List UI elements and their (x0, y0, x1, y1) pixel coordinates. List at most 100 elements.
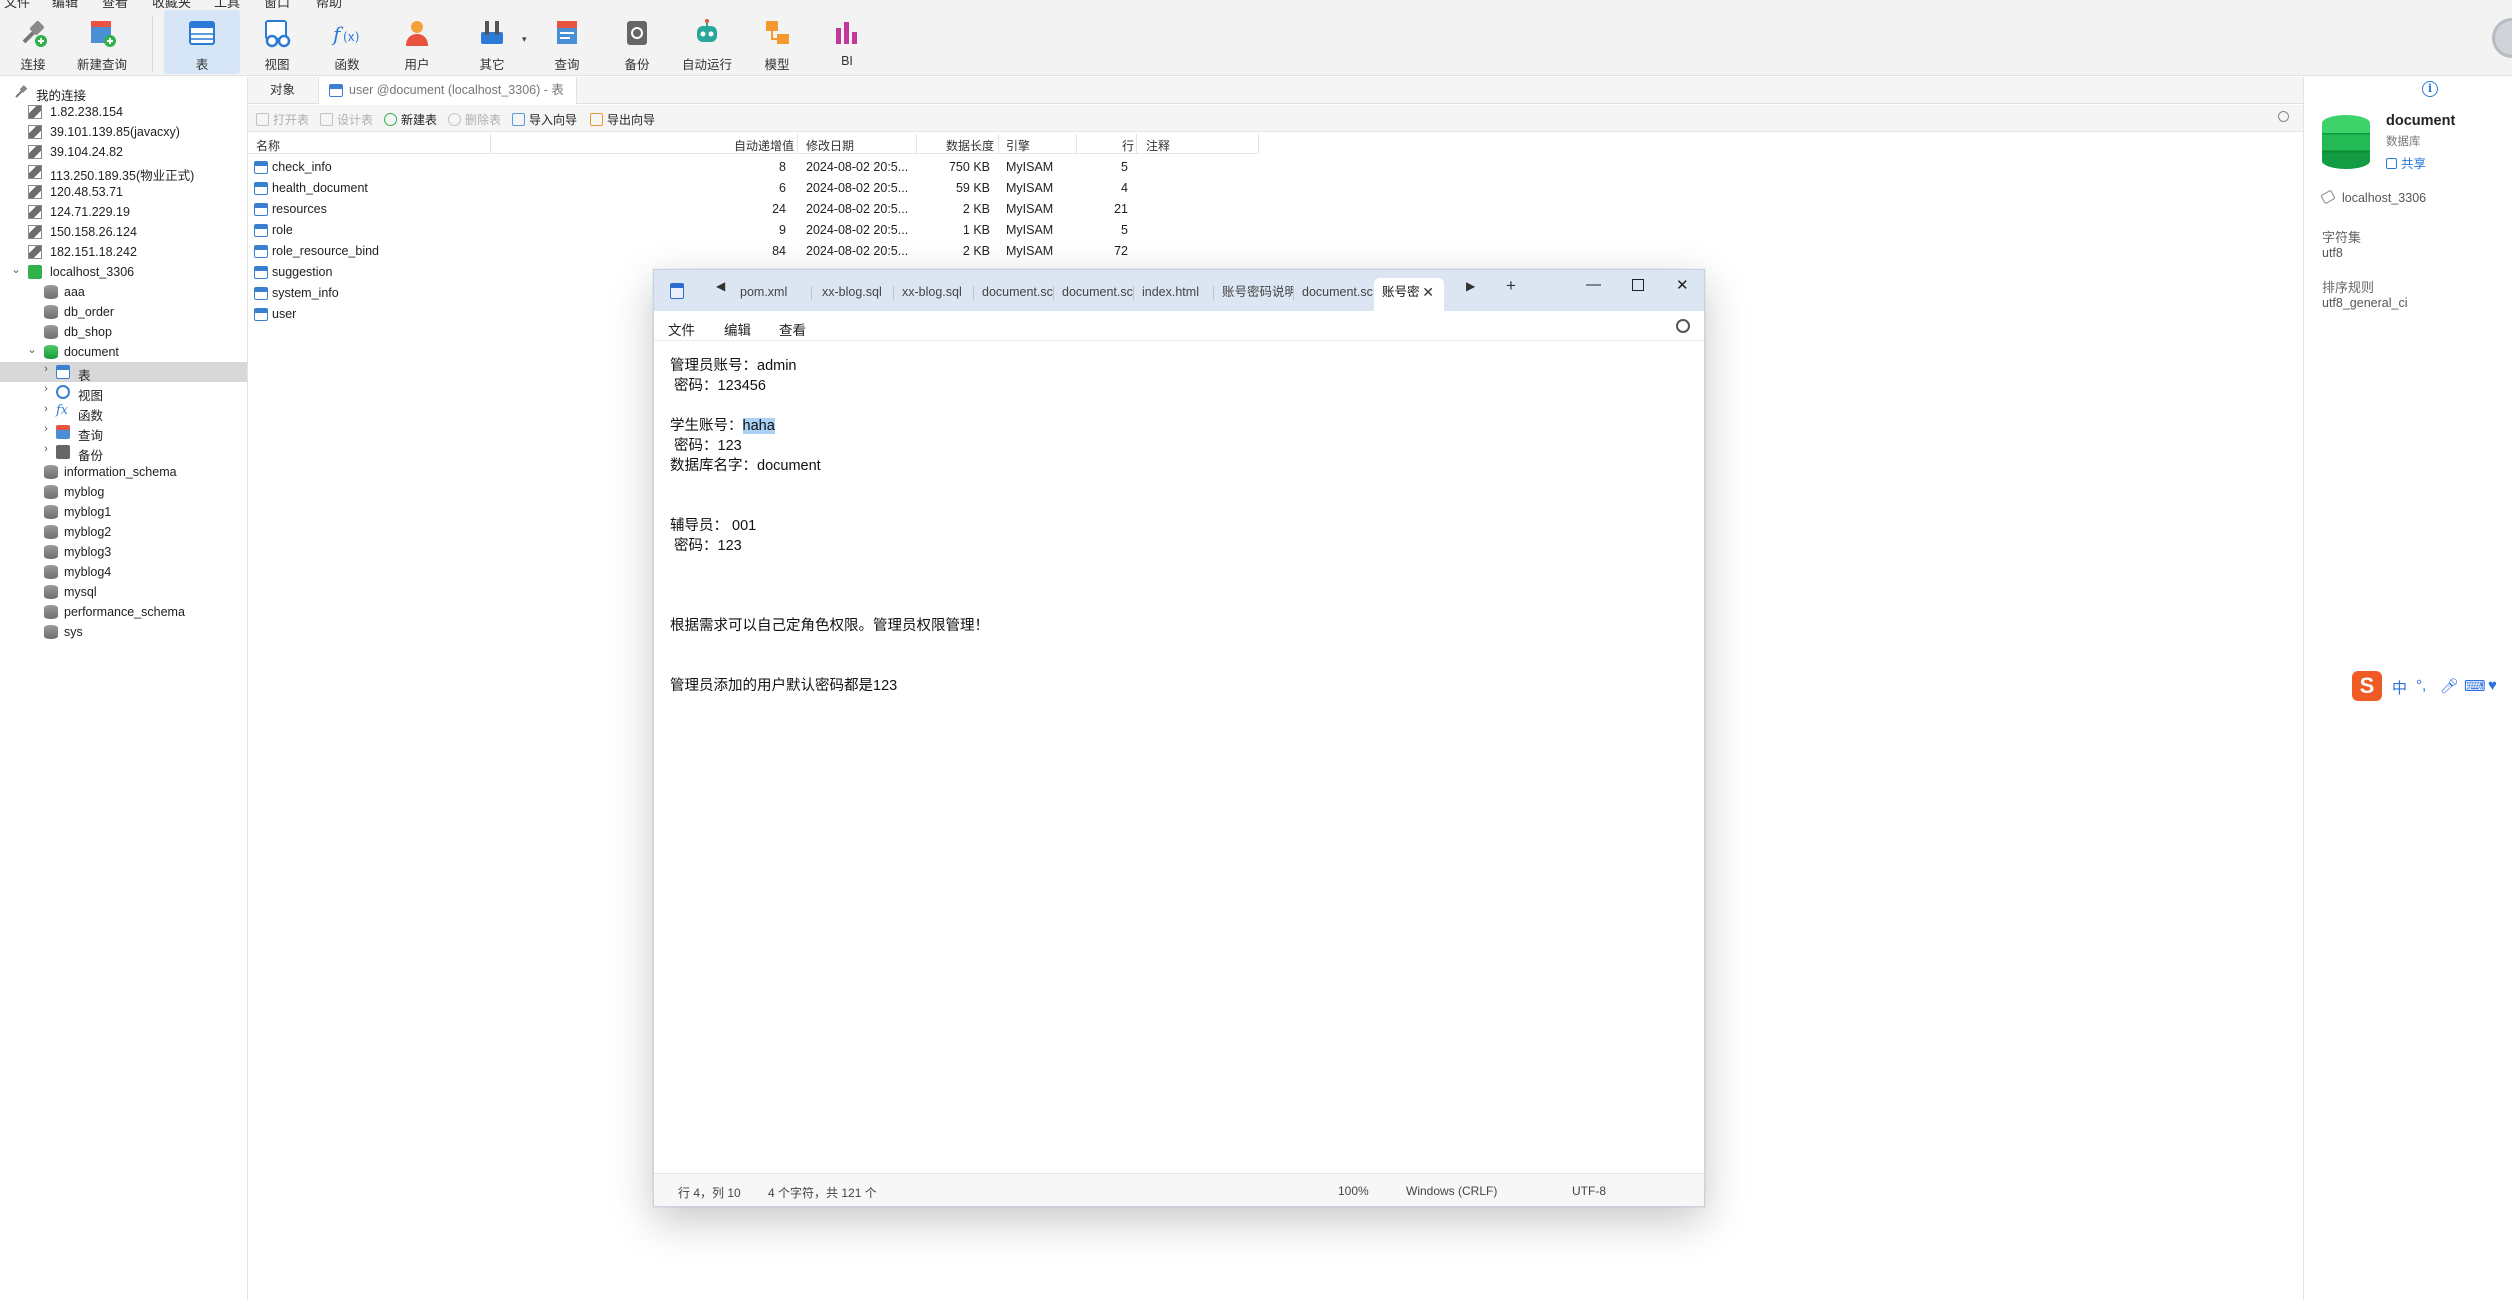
other-button[interactable]: 其它 (464, 10, 520, 74)
skin-icon[interactable]: ♥︎ (2488, 677, 2497, 694)
menu-favorites[interactable]: 收藏夹 (152, 0, 191, 8)
database-item[interactable]: myblog3 (0, 542, 247, 562)
query-button[interactable]: 查询 (542, 10, 592, 74)
database-item[interactable]: myblog (0, 482, 247, 502)
menu-file[interactable]: 文件 (4, 0, 30, 8)
table-row[interactable]: check_info 8 2024-08-02 20:5... 750 KB M… (248, 157, 1258, 178)
notepad-menu-edit[interactable]: 编辑 (724, 319, 751, 339)
other-dropdown-icon[interactable]: ▾ (522, 34, 527, 45)
database-item[interactable]: db_order (0, 302, 247, 322)
table-row[interactable]: resources 24 2024-08-02 20:5... 2 KB MyI… (248, 199, 1258, 220)
import-wizard-button[interactable]: 导入向导 (512, 111, 577, 128)
tree-item-views[interactable]: › 视图 (0, 382, 247, 403)
database-item[interactable]: myblog2 (0, 522, 247, 542)
zoom-level[interactable]: 100% (1338, 1184, 1369, 1198)
backup-button[interactable]: 备份 (612, 10, 662, 74)
my-connections-header[interactable]: 我的连接 (0, 82, 247, 103)
connection-item[interactable]: 1.82.238.154 (0, 102, 247, 122)
delete-table-button[interactable]: 删除表 (448, 111, 501, 128)
model-button[interactable]: 模型 (752, 10, 802, 74)
column-modified-date[interactable]: 修改日期 (806, 137, 854, 154)
menu-edit[interactable]: 编辑 (52, 0, 78, 8)
minimize-icon[interactable]: — (1586, 276, 1601, 293)
table-button[interactable]: 表 (164, 10, 240, 74)
new-query-button[interactable]: 新建查询 (70, 10, 134, 74)
database-item[interactable]: information_schema (0, 462, 247, 482)
tab-active-account[interactable]: 账号密 ✕ (1374, 278, 1444, 311)
tab-pom-xml[interactable]: pom.xml (732, 278, 812, 311)
chevron-right-icon[interactable]: › (40, 383, 52, 395)
encoding[interactable]: UTF-8 (1572, 1184, 1606, 1198)
tab-xx-blog-sql-2[interactable]: xx-blog.sql (894, 278, 974, 311)
user-button[interactable]: 用户 (392, 10, 442, 74)
tab-document-sql-3[interactable]: document.sc (1294, 278, 1374, 311)
tab-scroll-right-icon[interactable]: ▶ (1466, 279, 1475, 293)
table-row[interactable]: health_document 6 2024-08-02 20:5... 59 … (248, 178, 1258, 199)
tab-user-table[interactable]: user @document (localhost_3306) - 表 (318, 77, 577, 104)
new-table-button[interactable]: 新建表 (384, 111, 437, 128)
menu-window[interactable]: 窗口 (264, 0, 290, 8)
tree-item-backups[interactable]: › 备份 (0, 442, 247, 463)
punctuation-icon[interactable]: °, (2416, 677, 2426, 694)
close-window-icon[interactable]: ✕ (1676, 276, 1689, 294)
database-item[interactable]: myblog4 (0, 562, 247, 582)
connection-item[interactable]: 39.101.139.85(javacxy) (0, 122, 247, 142)
connection-localhost[interactable]: ⌄ localhost_3306 (0, 262, 247, 282)
tab-document-sql-2[interactable]: document.sc (1054, 278, 1134, 311)
column-name[interactable]: 名称 (256, 137, 280, 154)
menu-help[interactable]: 帮助 (316, 0, 342, 8)
tab-xx-blog-sql[interactable]: xx-blog.sql (814, 278, 894, 311)
search-icon[interactable] (2278, 111, 2289, 122)
connection-item[interactable]: 120.48.53.71 (0, 182, 247, 202)
database-item[interactable]: performance_schema (0, 602, 247, 622)
view-button[interactable]: 视图 (252, 10, 302, 74)
info-icon[interactable]: i (2422, 81, 2438, 97)
table-row[interactable]: role_resource_bind 84 2024-08-02 20:5...… (248, 241, 1258, 262)
database-item[interactable]: aaa (0, 282, 247, 302)
tab-close-icon[interactable]: ✕ (1422, 278, 1434, 306)
line-ending[interactable]: Windows (CRLF) (1406, 1184, 1497, 1198)
export-wizard-button[interactable]: 导出向导 (590, 111, 655, 128)
ime-language[interactable]: 中 (2392, 677, 2407, 698)
column-engine[interactable]: 引擎 (1006, 137, 1030, 154)
tree-item-tables[interactable]: › 表 (0, 362, 247, 383)
tab-objects[interactable]: 对象 (258, 77, 307, 104)
menu-tools[interactable]: 工具 (214, 0, 240, 8)
text-editor[interactable]: 管理员账号：admin 密码：123456 学生账号：haha 密码：123 数… (654, 342, 1704, 1172)
database-item[interactable]: db_shop (0, 322, 247, 342)
connection-item[interactable]: 124.71.229.19 (0, 202, 247, 222)
chevron-right-icon[interactable]: › (40, 443, 52, 455)
new-tab-icon[interactable]: + (1506, 276, 1516, 296)
tree-item-functions[interactable]: › fx 函数 (0, 402, 247, 423)
connect-button[interactable]: 连接 (6, 10, 60, 74)
column-auto-increment[interactable]: 自动递增值 (734, 137, 794, 154)
tab-index-html[interactable]: index.html (1134, 278, 1214, 311)
tab-account-notes[interactable]: 账号密码说明 (1214, 278, 1294, 311)
ime-toolbar[interactable]: S 中 °, 🎤︎ ⌨︎ ♥︎ (2352, 671, 2512, 701)
settings-gear-icon[interactable] (1676, 319, 1690, 333)
chevron-right-icon[interactable]: › (40, 403, 52, 415)
open-table-button[interactable]: 打开表 (256, 111, 309, 128)
table-row[interactable]: role 9 2024-08-02 20:5... 1 KB MyISAM 5 (248, 220, 1258, 241)
database-document[interactable]: ⌄ document (0, 342, 247, 362)
chevron-right-icon[interactable]: › (40, 363, 52, 375)
function-button[interactable]: f (x) 函数 (322, 10, 372, 74)
connection-item[interactable]: 39.104.24.82 (0, 142, 247, 162)
menu-view[interactable]: 查看 (102, 0, 128, 8)
chevron-down-icon[interactable]: ⌄ (10, 263, 22, 276)
share-link[interactable]: 共享 (2386, 153, 2426, 172)
bi-button[interactable]: BI (822, 10, 872, 74)
notepad-menu-view[interactable]: 查看 (779, 319, 806, 339)
connection-item[interactable]: 150.158.26.124 (0, 222, 247, 242)
tab-scroll-left-icon[interactable]: ◀ (716, 279, 725, 293)
notepad-menu-file[interactable]: 文件 (668, 319, 695, 339)
column-data-length[interactable]: 数据长度 (946, 137, 994, 154)
design-table-button[interactable]: 设计表 (320, 111, 373, 128)
tree-item-queries[interactable]: › 查询 (0, 422, 247, 443)
maximize-icon[interactable] (1632, 279, 1644, 291)
column-rows[interactable]: 行 (1122, 137, 1134, 154)
automation-button[interactable]: 自动运行 (678, 10, 736, 74)
database-item[interactable]: myblog1 (0, 502, 247, 522)
microphone-icon[interactable]: 🎤︎ (2440, 677, 2459, 695)
chevron-right-icon[interactable]: › (40, 423, 52, 435)
